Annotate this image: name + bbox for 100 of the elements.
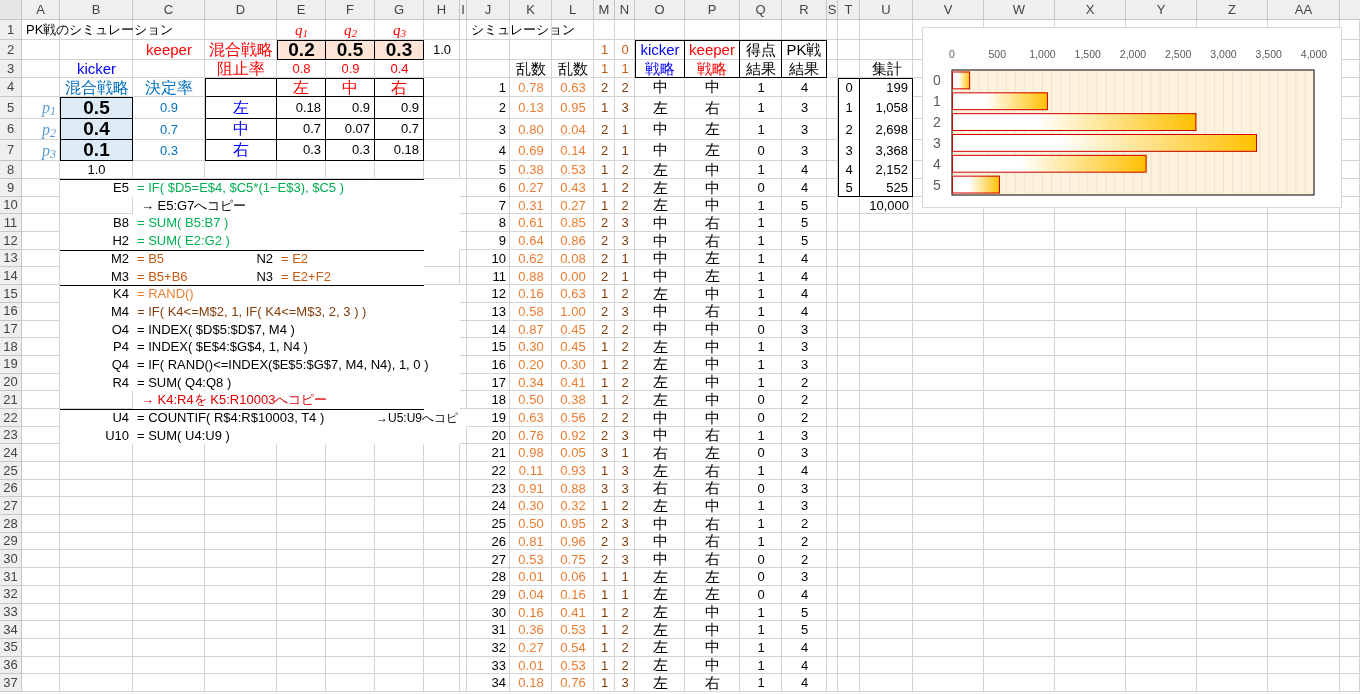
table-cell-text: 中: [651, 320, 669, 339]
row-header[interactable]: 25: [0, 462, 22, 480]
table-cell-text: 0.41: [559, 603, 587, 622]
table-cell-text: 右: [704, 515, 721, 533]
row-header[interactable]: 24: [0, 444, 22, 462]
row-header: 右: [205, 140, 277, 161]
column-header[interactable]: D: [205, 0, 277, 20]
table-cell-text: 0: [756, 320, 766, 339]
column-header[interactable]: [1340, 0, 1360, 20]
row-header[interactable]: 12: [0, 232, 22, 250]
table-cell-text: 左: [704, 585, 721, 604]
variable-label: q$_{3}$: [391, 20, 408, 40]
row-header[interactable]: 1: [0, 20, 22, 40]
row-header[interactable]: 18: [0, 338, 22, 356]
column-header[interactable]: C: [133, 0, 205, 20]
column-header[interactable]: B: [60, 0, 133, 20]
column-header[interactable]: K: [510, 0, 552, 20]
table-cell-text: 中: [651, 267, 669, 286]
column-header[interactable]: L: [552, 0, 594, 20]
column-header[interactable]: V: [913, 0, 984, 20]
row-header[interactable]: 8: [0, 161, 22, 179]
row-header[interactable]: 30: [0, 550, 22, 569]
column-header[interactable]: N: [615, 0, 635, 20]
table-cell-text: 2: [599, 532, 610, 551]
column-header[interactable]: X: [1055, 0, 1126, 20]
row-header[interactable]: 27: [0, 497, 22, 516]
row-header[interactable]: 7: [0, 140, 22, 161]
table-cell-text: 0.80: [517, 120, 545, 139]
row-header[interactable]: 5: [0, 97, 22, 119]
table-cell-text: 3: [799, 479, 810, 498]
table-cell-text: 1: [756, 267, 766, 286]
table-cell-text: 11: [491, 267, 507, 286]
row-header[interactable]: 6: [0, 119, 22, 140]
table-cell-text: 中: [704, 638, 721, 657]
row-header[interactable]: 2: [0, 40, 22, 60]
table-cell-text: 4: [799, 462, 810, 480]
column-header[interactable]: T: [838, 0, 860, 20]
table-cell-text: 中: [651, 302, 669, 321]
column-header[interactable]: G: [375, 0, 424, 20]
table-cell-text: 2: [620, 603, 630, 622]
column-header[interactable]: P: [685, 0, 740, 20]
column-header[interactable]: E: [277, 0, 326, 20]
table-cell-text: 2: [799, 373, 810, 392]
table-cell-text: 23: [490, 479, 507, 498]
table-cell-text: 3: [620, 99, 630, 118]
row-header[interactable]: 15: [0, 285, 22, 303]
table-cell-text: 左: [651, 179, 669, 197]
table-cell-text: 左: [651, 497, 669, 516]
column-header[interactable]: F: [326, 0, 375, 20]
column-header[interactable]: M: [594, 0, 615, 20]
table-cell-text: 2: [599, 426, 610, 445]
column-header[interactable]: U: [860, 0, 913, 20]
table-cell-text: 4: [799, 285, 810, 303]
column-header[interactable]: AA: [1268, 0, 1340, 20]
table-cell-text: 5: [799, 603, 810, 622]
table-cell-text: 2: [620, 196, 630, 215]
column-header[interactable]: Q: [740, 0, 782, 20]
row-header[interactable]: 28: [0, 515, 22, 533]
table-cell-text: 1: [620, 267, 630, 286]
row-header[interactable]: 4: [0, 78, 22, 97]
table-cell: 0.9: [375, 97, 424, 119]
table-cell-text: 4: [799, 249, 810, 268]
column-header[interactable]: J: [467, 0, 510, 20]
row-header[interactable]: 14: [0, 267, 22, 286]
table-cell-text: 左: [651, 196, 669, 215]
table-cell-text: 左: [651, 674, 669, 692]
column-header[interactable]: W: [984, 0, 1055, 20]
row-header[interactable]: 37: [0, 674, 22, 692]
table-cell-text: 3: [799, 444, 810, 462]
row-header[interactable]: 34: [0, 621, 22, 639]
select-all-button[interactable]: [0, 0, 22, 20]
table-cell-text: 0.31: [517, 196, 545, 215]
table-cell-text: 左: [651, 568, 669, 586]
row-header[interactable]: 11: [0, 214, 22, 233]
column-header[interactable]: O: [635, 0, 685, 20]
cell-reference: P4: [60, 338, 133, 356]
table-cell: 0.3: [277, 140, 326, 161]
table-cell-text: 1: [599, 285, 610, 303]
column-header[interactable]: Z: [1197, 0, 1268, 20]
row-header[interactable]: 9: [0, 179, 22, 197]
row-label: 阻止率: [216, 60, 266, 78]
table-cell-text: 0.9: [340, 60, 361, 78]
table-cell-text: 中: [704, 161, 721, 179]
table-cell-text: 0.86: [559, 232, 587, 250]
table-cell-text: 中: [704, 320, 721, 339]
column-header[interactable]: A: [22, 0, 60, 20]
column-header[interactable]: H: [424, 0, 460, 20]
row-header[interactable]: 21: [0, 391, 22, 409]
row-header[interactable]: 3: [0, 60, 22, 78]
table-cell: 0.07: [326, 119, 375, 140]
table-cell-text: 0.11: [517, 462, 545, 480]
table-cell-text: 中: [704, 373, 721, 392]
row-header[interactable]: 31: [0, 568, 22, 586]
table-cell-text: 0: [756, 479, 766, 498]
table-cell-text: 0.18: [517, 674, 545, 692]
column-header[interactable]: R: [782, 0, 827, 20]
strategy-value: 0.2: [277, 40, 326, 60]
table-cell-text: 0.27: [517, 638, 545, 657]
column-header[interactable]: Y: [1126, 0, 1197, 20]
table-cell-text: 中: [704, 338, 721, 356]
